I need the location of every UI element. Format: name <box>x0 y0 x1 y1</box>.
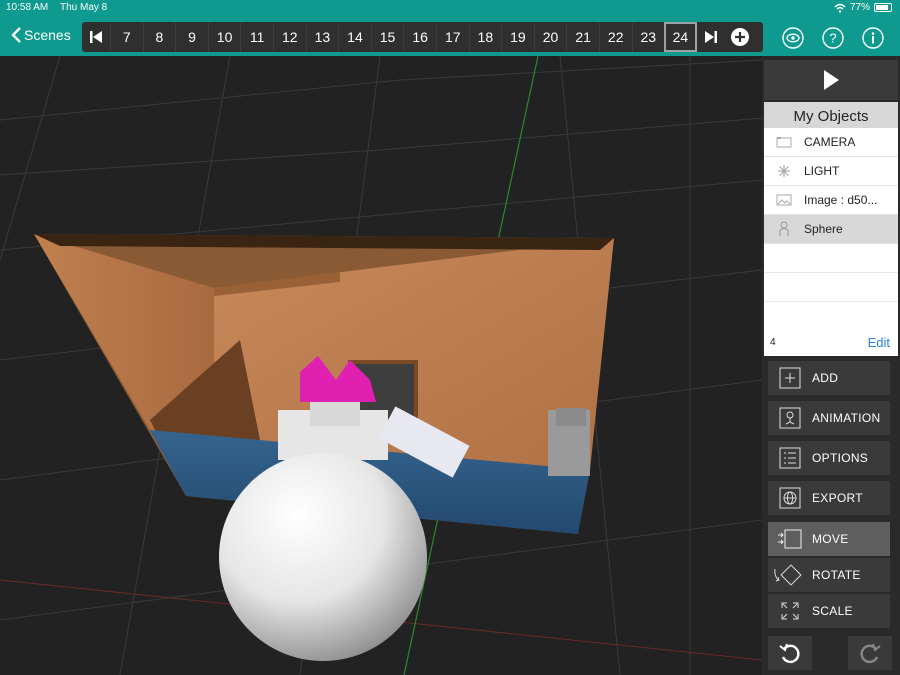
frame-17[interactable]: 17 <box>435 22 469 52</box>
camera-icon <box>776 137 792 148</box>
export-button[interactable]: EXPORT <box>768 481 890 515</box>
play-icon <box>824 70 839 90</box>
battery-icon <box>874 3 892 12</box>
frame-18[interactable]: 18 <box>468 22 502 52</box>
skip-last-icon <box>704 31 717 43</box>
move-label: MOVE <box>812 532 849 546</box>
scene-render <box>0 56 762 675</box>
add-object-icon <box>779 367 801 389</box>
my-objects-panel: My Objects CAMERA LIGHT Image : d50... S… <box>764 102 898 356</box>
last-frame-button[interactable] <box>697 22 725 52</box>
play-button[interactable] <box>764 60 898 100</box>
object-label: CAMERA <box>804 135 856 149</box>
help-icon[interactable]: ? <box>822 27 844 49</box>
wifi-icon <box>834 3 846 13</box>
scene-viewport[interactable] <box>0 56 762 675</box>
first-frame-button[interactable] <box>82 22 110 52</box>
status-date: Thu May 8 <box>60 2 108 13</box>
info-icon[interactable] <box>862 27 884 49</box>
svg-text:?: ? <box>829 31 836 46</box>
animation-label: ANIMATION <box>812 411 881 425</box>
empty-row <box>764 244 898 273</box>
frame-7[interactable]: 7 <box>110 22 143 52</box>
edit-objects-button[interactable]: Edit <box>868 335 890 350</box>
frame-13[interactable]: 13 <box>305 22 339 52</box>
empty-row <box>764 273 898 302</box>
frame-14[interactable]: 14 <box>338 22 371 52</box>
add-label: ADD <box>812 371 839 385</box>
frame-8[interactable]: 8 <box>142 22 176 52</box>
object-row-camera[interactable]: CAMERA <box>764 128 898 157</box>
skip-first-icon <box>90 31 102 43</box>
options-button[interactable]: OPTIONS <box>768 441 890 475</box>
frame-10[interactable]: 10 <box>207 22 241 52</box>
object-label: LIGHT <box>804 164 840 178</box>
object-count: 4 <box>770 337 776 348</box>
frame-list: 7 8 9 10 11 12 13 14 15 16 17 18 19 20 21 22 23 24 <box>110 22 697 52</box>
image-icon <box>776 194 792 206</box>
redo-button[interactable] <box>848 636 892 670</box>
right-panel: My Objects CAMERA LIGHT Image : d50... S… <box>762 56 900 675</box>
options-label: OPTIONS <box>812 451 869 465</box>
scale-label: SCALE <box>812 604 853 618</box>
object-row-image[interactable]: Image : d50... <box>764 186 898 215</box>
rotate-button[interactable]: ROTATE <box>768 558 890 592</box>
frame-22[interactable]: 22 <box>598 22 632 52</box>
back-scenes-button[interactable]: Scenes <box>10 26 71 44</box>
redo-icon <box>860 643 881 664</box>
status-right: 77% <box>834 2 892 13</box>
object-label: Sphere <box>804 222 843 236</box>
eye-icon[interactable] <box>782 27 804 49</box>
move-icon <box>778 529 802 549</box>
chevron-left-icon <box>11 27 21 43</box>
objects-title: My Objects <box>764 102 898 128</box>
frame-23[interactable]: 23 <box>631 22 665 52</box>
person-icon <box>779 221 789 236</box>
status-time: 10:58 AM <box>6 2 49 13</box>
object-row-sphere[interactable]: Sphere <box>764 215 898 244</box>
globe-icon <box>779 487 801 509</box>
export-label: EXPORT <box>812 491 863 505</box>
rotate-icon <box>774 564 802 586</box>
frame-16[interactable]: 16 <box>403 22 436 52</box>
animation-icon <box>779 407 801 429</box>
frame-9[interactable]: 9 <box>175 22 208 52</box>
frame-19[interactable]: 19 <box>501 22 534 52</box>
top-bar: 10:58 AM Thu May 8 77% Scenes 7 8 9 10 11 12 1… <box>0 0 900 56</box>
frame-20[interactable]: 20 <box>533 22 567 52</box>
scale-button[interactable]: SCALE <box>768 594 890 628</box>
frame-12[interactable]: 12 <box>272 22 306 52</box>
undo-button[interactable] <box>768 636 812 670</box>
light-icon <box>778 165 790 177</box>
object-row-light[interactable]: LIGHT <box>764 157 898 186</box>
frame-11[interactable]: 11 <box>240 22 273 52</box>
move-button[interactable]: MOVE <box>768 522 890 556</box>
undo-icon <box>779 643 800 664</box>
object-label: Image : d50... <box>804 193 878 207</box>
frame-24[interactable]: 24 <box>664 22 697 52</box>
frame-15[interactable]: 15 <box>370 22 404 52</box>
add-button[interactable]: ADD <box>768 361 890 395</box>
battery-percent: 77% <box>849 2 870 13</box>
frame-21[interactable]: 21 <box>566 22 599 52</box>
frame-timeline: 7 8 9 10 11 12 13 14 15 16 17 18 19 20 21 22 23 24 <box>82 22 763 52</box>
list-icon <box>779 447 801 469</box>
add-frame-button[interactable] <box>725 22 755 52</box>
plus-circle-icon <box>730 28 749 46</box>
rotate-label: ROTATE <box>812 568 861 582</box>
animation-button[interactable]: ANIMATION <box>768 401 890 435</box>
expand-icon <box>781 602 799 620</box>
back-label: Scenes <box>24 27 71 43</box>
